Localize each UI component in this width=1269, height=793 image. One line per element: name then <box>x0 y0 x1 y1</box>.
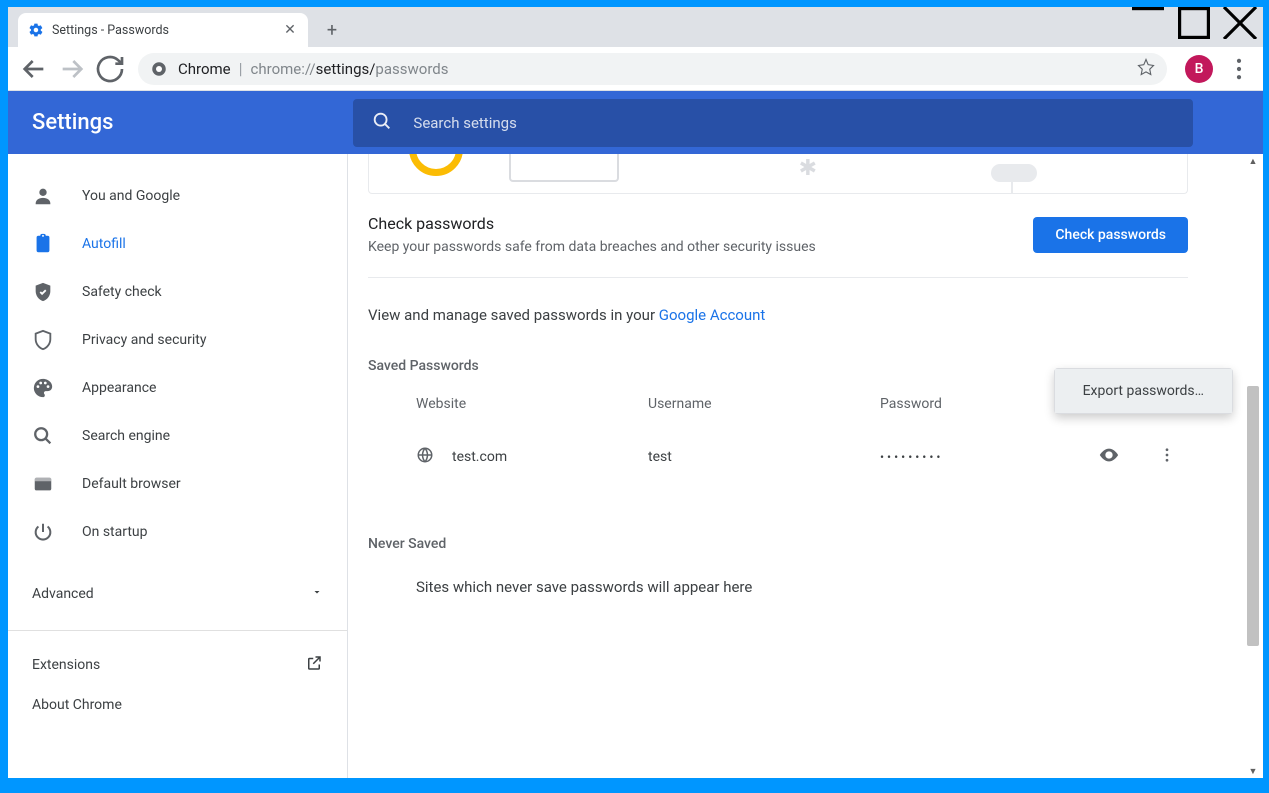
back-button[interactable] <box>18 53 50 85</box>
gear-icon <box>28 22 44 38</box>
chevron-down-icon <box>311 586 323 602</box>
sidebar-item-autofill[interactable]: Autofill <box>8 220 347 268</box>
profile-avatar[interactable]: B <box>1185 55 1213 83</box>
body-row: You and Google Autofill Safety check Pri… <box>8 154 1263 778</box>
sidebar-item-search-engine[interactable]: Search engine <box>8 412 347 460</box>
new-tab-button[interactable]: + <box>318 16 346 44</box>
sidebar-item-label: Search engine <box>82 428 170 444</box>
sidebar: You and Google Autofill Safety check Pri… <box>8 154 348 778</box>
password-row: test.com test ••••••••• <box>368 430 1188 484</box>
sidebar-item-extensions[interactable]: Extensions <box>8 645 347 685</box>
scroll-thumb[interactable] <box>1247 386 1259 646</box>
sidebar-item-you-and-google[interactable]: You and Google <box>8 172 347 220</box>
never-saved-message: Sites which never save passwords will ap… <box>368 552 1188 596</box>
shield-icon <box>32 329 54 351</box>
settings-header: Settings <box>8 91 1263 154</box>
close-tab-icon[interactable]: ✕ <box>282 22 298 38</box>
external-link-icon <box>305 654 323 676</box>
check-subtext: Keep your passwords safe from data breac… <box>368 239 816 255</box>
close-window-button[interactable] <box>1217 7 1263 39</box>
sidebar-divider <box>8 630 347 631</box>
search-icon <box>32 425 54 447</box>
row-menu-icon[interactable] <box>1158 446 1176 468</box>
power-icon <box>32 521 54 543</box>
chrome-icon <box>150 60 168 78</box>
maximize-button[interactable] <box>1171 7 1217 39</box>
hero-illustration: ✱ <box>368 154 1188 194</box>
tab-title: Settings - Passwords <box>52 23 282 38</box>
sidebar-item-safety-check[interactable]: Safety check <box>8 268 347 316</box>
extensions-label: Extensions <box>32 657 100 673</box>
sidebar-item-about[interactable]: About Chrome <box>8 685 347 725</box>
password-username: test <box>648 449 880 465</box>
scrollbar[interactable]: ▲ ▼ <box>1245 154 1261 778</box>
browser-icon <box>32 473 54 495</box>
password-site[interactable]: test.com <box>452 449 648 465</box>
clipboard-icon <box>32 233 54 255</box>
sidebar-item-label: You and Google <box>82 188 180 204</box>
column-website: Website <box>416 396 648 412</box>
search-icon <box>371 110 393 136</box>
browser-window: Settings - Passwords ✕ + Chrome | chrome… <box>8 7 1263 778</box>
forward-button[interactable] <box>56 53 88 85</box>
tab-strip: Settings - Passwords ✕ + <box>8 7 1263 47</box>
sidebar-item-label: Privacy and security <box>82 332 206 348</box>
show-password-icon[interactable] <box>1098 444 1120 470</box>
browser-tab[interactable]: Settings - Passwords ✕ <box>18 13 308 47</box>
check-passwords-card: Check passwords Keep your passwords safe… <box>368 194 1188 278</box>
scroll-up-icon[interactable]: ▲ <box>1248 156 1258 166</box>
settings-search[interactable] <box>353 99 1193 147</box>
omnibox-separator: | <box>239 59 243 78</box>
manage-passwords-text: View and manage saved passwords in your … <box>368 278 1188 358</box>
sidebar-item-default-browser[interactable]: Default browser <box>8 460 347 508</box>
password-masked: ••••••••• <box>880 450 1098 464</box>
palette-icon <box>32 377 54 399</box>
sidebar-item-on-startup[interactable]: On startup <box>8 508 347 556</box>
sidebar-item-label: Appearance <box>82 380 156 396</box>
column-username: Username <box>648 396 880 412</box>
sidebar-item-label: On startup <box>82 524 148 540</box>
sidebar-advanced-toggle[interactable]: Advanced <box>8 572 347 616</box>
about-label: About Chrome <box>32 697 122 713</box>
shield-check-icon <box>32 281 54 303</box>
sidebar-item-label: Safety check <box>82 284 162 300</box>
export-passwords-menu: Export passwords… <box>1054 368 1233 414</box>
globe-icon <box>416 446 434 468</box>
advanced-label: Advanced <box>32 586 94 602</box>
reload-button[interactable] <box>94 53 126 85</box>
page-title: Settings <box>32 110 113 135</box>
search-input[interactable] <box>413 114 1175 132</box>
address-bar[interactable]: Chrome | chrome://settings/passwords <box>138 53 1167 85</box>
main-content: ✱ Check passwords Keep your passwords sa… <box>348 154 1263 778</box>
sidebar-item-appearance[interactable]: Appearance <box>8 364 347 412</box>
sidebar-item-privacy[interactable]: Privacy and security <box>8 316 347 364</box>
sidebar-item-label: Autofill <box>82 236 126 252</box>
never-saved-label: Never Saved <box>368 536 1188 552</box>
sidebar-item-label: Default browser <box>82 476 181 492</box>
export-passwords-item[interactable]: Export passwords… <box>1055 369 1232 413</box>
page-content: Settings You and Google Autofill Safety … <box>8 91 1263 778</box>
check-passwords-button[interactable]: Check passwords <box>1033 217 1188 253</box>
browser-toolbar: Chrome | chrome://settings/passwords B <box>8 47 1263 91</box>
omnibox-label: Chrome <box>178 60 231 78</box>
google-account-link[interactable]: Google Account <box>659 306 766 324</box>
bookmark-star-icon[interactable] <box>1137 58 1155 80</box>
window-controls <box>1125 7 1263 39</box>
minimize-button[interactable] <box>1125 7 1171 39</box>
scroll-down-icon[interactable]: ▼ <box>1248 766 1258 776</box>
omnibox-url: chrome://settings/passwords <box>251 60 449 78</box>
check-heading: Check passwords <box>368 214 816 233</box>
chrome-menu-icon[interactable] <box>1225 55 1253 83</box>
person-icon <box>32 185 54 207</box>
